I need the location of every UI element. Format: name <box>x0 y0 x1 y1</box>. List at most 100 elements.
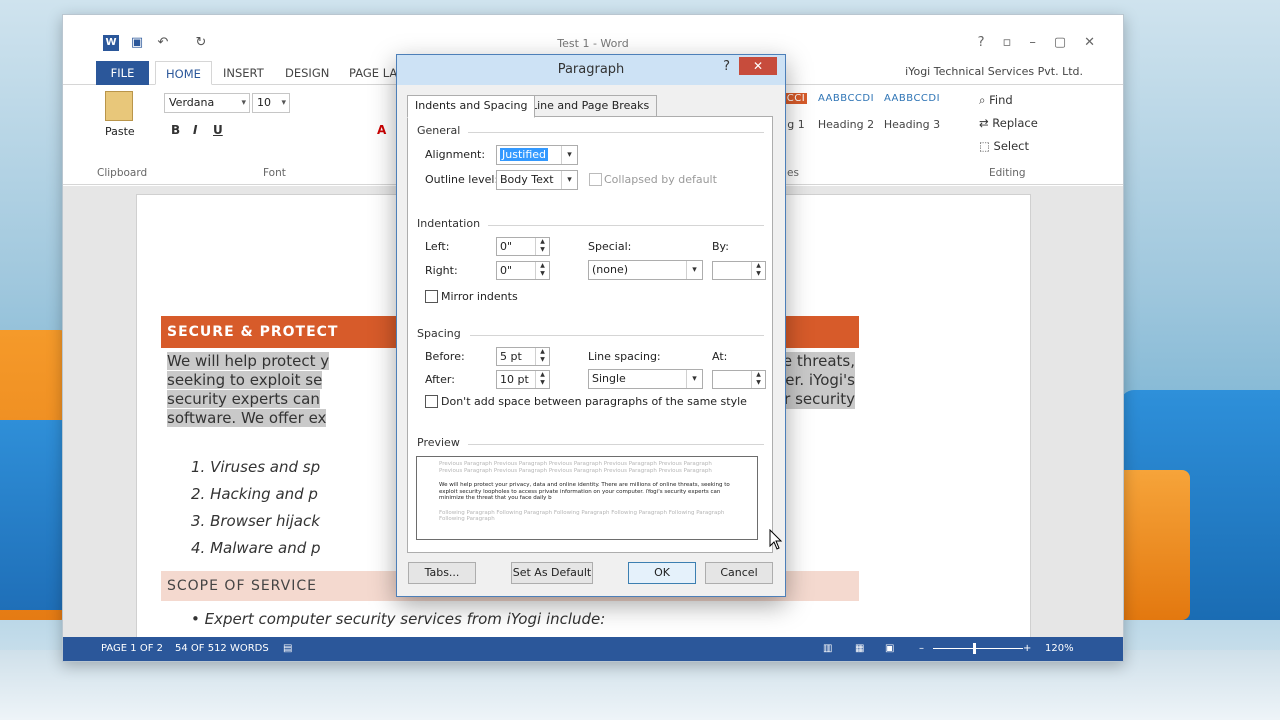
left-indent-label: Left: <box>425 240 450 253</box>
after-value: 10 pt <box>500 373 529 386</box>
zoom-in-icon[interactable]: + <box>1023 637 1031 661</box>
tabs-button[interactable]: Tabs... <box>408 562 476 584</box>
line-spacing-value: Single <box>592 372 626 385</box>
font-name-combo[interactable]: Verdana <box>164 93 250 113</box>
zoom-level[interactable]: 120% <box>1045 637 1074 661</box>
tab-insert[interactable]: INSERT <box>213 61 274 85</box>
section-general: General <box>417 124 461 137</box>
outline-level-label: Outline level: <box>425 173 499 186</box>
dont-add-space-checkbox[interactable] <box>425 395 438 408</box>
before-value: 5 pt <box>500 350 522 363</box>
after-spinner[interactable]: 10 pt ▲ ▼ <box>496 370 550 389</box>
numbered-list[interactable]: 1. Viruses and sp 2. Hacking and p 3. Br… <box>191 454 321 562</box>
section-preview: Preview <box>417 436 460 449</box>
paragraph-dialog: Paragraph ? ✕ Indents and Spacing Line a… <box>396 54 786 597</box>
style-heading-1[interactable]: CCI g 1 <box>785 89 807 145</box>
special-label: Special: <box>588 240 632 253</box>
replace-label: Replace <box>992 116 1038 130</box>
font-color-icon[interactable]: A <box>377 123 386 137</box>
after-label: After: <box>425 373 455 386</box>
left-indent-spinner[interactable]: 0" ▲ ▼ <box>496 237 550 256</box>
by-spinner[interactable]: ▲ ▼ <box>712 261 766 280</box>
tab-indents-and-spacing[interactable]: Indents and Spacing <box>407 95 536 118</box>
find-button[interactable]: ⌕ Find <box>979 93 1013 108</box>
spin-arrows-icon[interactable]: ▲ ▼ <box>535 238 549 255</box>
line-spacing-label: Line spacing: <box>588 350 661 363</box>
mirror-indents-checkbox[interactable] <box>425 290 438 303</box>
replace-icon: ⇄ <box>979 116 993 130</box>
underline-button[interactable]: U <box>213 123 223 137</box>
list-item: 2. Hacking and p <box>191 485 318 503</box>
close-icon[interactable]: ✕ <box>739 57 777 75</box>
zoom-out-icon[interactable]: – <box>919 637 924 661</box>
print-layout-icon[interactable]: ▦ <box>855 637 864 661</box>
right-indent-label: Right: <box>425 264 458 277</box>
list-item: 4. Malware and p <box>191 539 321 557</box>
select-icon: ⬚ <box>979 139 994 153</box>
tab-file[interactable]: FILE <box>96 61 149 85</box>
desktop-blue-chair <box>0 420 70 610</box>
spin-arrows-icon[interactable]: ▲ ▼ <box>751 262 765 279</box>
help-icon[interactable]: ? <box>723 59 730 74</box>
right-indent-value: 0" <box>500 264 513 277</box>
select-button[interactable]: ⬚ Select <box>979 139 1029 153</box>
bullet-item[interactable]: • Expert computer security services from… <box>191 610 605 628</box>
spin-arrows-icon[interactable]: ▲ ▼ <box>751 371 765 388</box>
tab-home[interactable]: HOME <box>155 61 212 85</box>
style-sample: AABBCCDI <box>817 93 875 104</box>
cancel-button[interactable]: Cancel <box>705 562 773 584</box>
style-heading-3[interactable]: AABBCCDI Heading 3 <box>881 89 943 145</box>
divider <box>468 132 764 133</box>
web-layout-icon[interactable]: ▣ <box>885 637 894 661</box>
title-bar: W ▣ ↶ ↻ Test 1 - Word ?▫–▢✕ <box>63 15 1123 57</box>
chevron-down-icon: ▾ <box>686 261 702 279</box>
italic-button[interactable]: I <box>193 123 197 137</box>
before-spinner[interactable]: 5 pt ▲ ▼ <box>496 347 550 366</box>
find-label: Find <box>989 93 1013 107</box>
read-mode-icon[interactable]: ▥ <box>823 637 832 661</box>
alignment-label: Alignment: <box>425 148 486 161</box>
paste-icon[interactable] <box>105 91 133 121</box>
preview-box: Previous Paragraph Previous Paragraph Pr… <box>416 456 758 540</box>
style-sample: AABBCCDI <box>883 93 941 104</box>
proofing-icon[interactable]: ▤ <box>283 637 292 661</box>
paste-label[interactable]: Paste <box>105 125 135 138</box>
right-indent-spinner[interactable]: 0" ▲ ▼ <box>496 261 550 280</box>
chevron-down-icon: ▾ <box>561 171 577 189</box>
chevron-down-icon: ▾ <box>561 146 577 164</box>
window-controls[interactable]: ?▫–▢✕ <box>978 35 1113 50</box>
find-icon: ⌕ <box>979 93 990 107</box>
alignment-value: Justified <box>500 148 548 161</box>
zoom-slider-thumb[interactable] <box>973 643 976 654</box>
word-count[interactable]: 54 OF 512 WORDS <box>175 637 269 661</box>
tab-design[interactable]: DESIGN <box>275 61 339 85</box>
style-name: Heading 3 <box>883 118 941 131</box>
page-count[interactable]: PAGE 1 OF 2 <box>101 637 163 661</box>
style-heading-2[interactable]: AABBCCDI Heading 2 <box>815 89 877 145</box>
list-item: 3. Browser hijack <box>191 512 320 530</box>
divider <box>468 444 764 445</box>
spin-arrows-icon[interactable]: ▲ ▼ <box>535 348 549 365</box>
at-spinner[interactable]: ▲ ▼ <box>712 370 766 389</box>
collapsed-checkbox[interactable] <box>589 173 602 186</box>
set-as-default-button[interactable]: Set As Default <box>511 562 593 584</box>
account-name[interactable]: iYogi Technical Services Pvt. Ltd. <box>905 65 1083 78</box>
dialog-title-bar[interactable]: Paragraph ? ✕ <box>397 55 785 85</box>
outline-level-select[interactable]: Body Text ▾ <box>496 170 578 190</box>
zoom-slider[interactable] <box>933 648 1023 649</box>
alignment-select[interactable]: Justified ▾ <box>496 145 578 165</box>
replace-button[interactable]: ⇄ Replace <box>979 116 1038 130</box>
special-select[interactable]: (none) ▾ <box>588 260 703 280</box>
tab-line-and-page-breaks[interactable]: Line and Page Breaks <box>523 95 658 117</box>
font-group-label: Font <box>263 167 286 179</box>
style-name: Heading 2 <box>817 118 875 131</box>
bold-button[interactable]: B <box>171 123 180 137</box>
spin-arrows-icon[interactable]: ▲ ▼ <box>535 371 549 388</box>
font-size-combo[interactable]: 10 <box>252 93 290 113</box>
special-value: (none) <box>592 263 629 276</box>
ok-button[interactable]: OK <box>628 562 696 584</box>
divider <box>470 335 764 336</box>
line-spacing-select[interactable]: Single ▾ <box>588 369 703 389</box>
spin-arrows-icon[interactable]: ▲ ▼ <box>535 262 549 279</box>
divider <box>488 225 764 226</box>
